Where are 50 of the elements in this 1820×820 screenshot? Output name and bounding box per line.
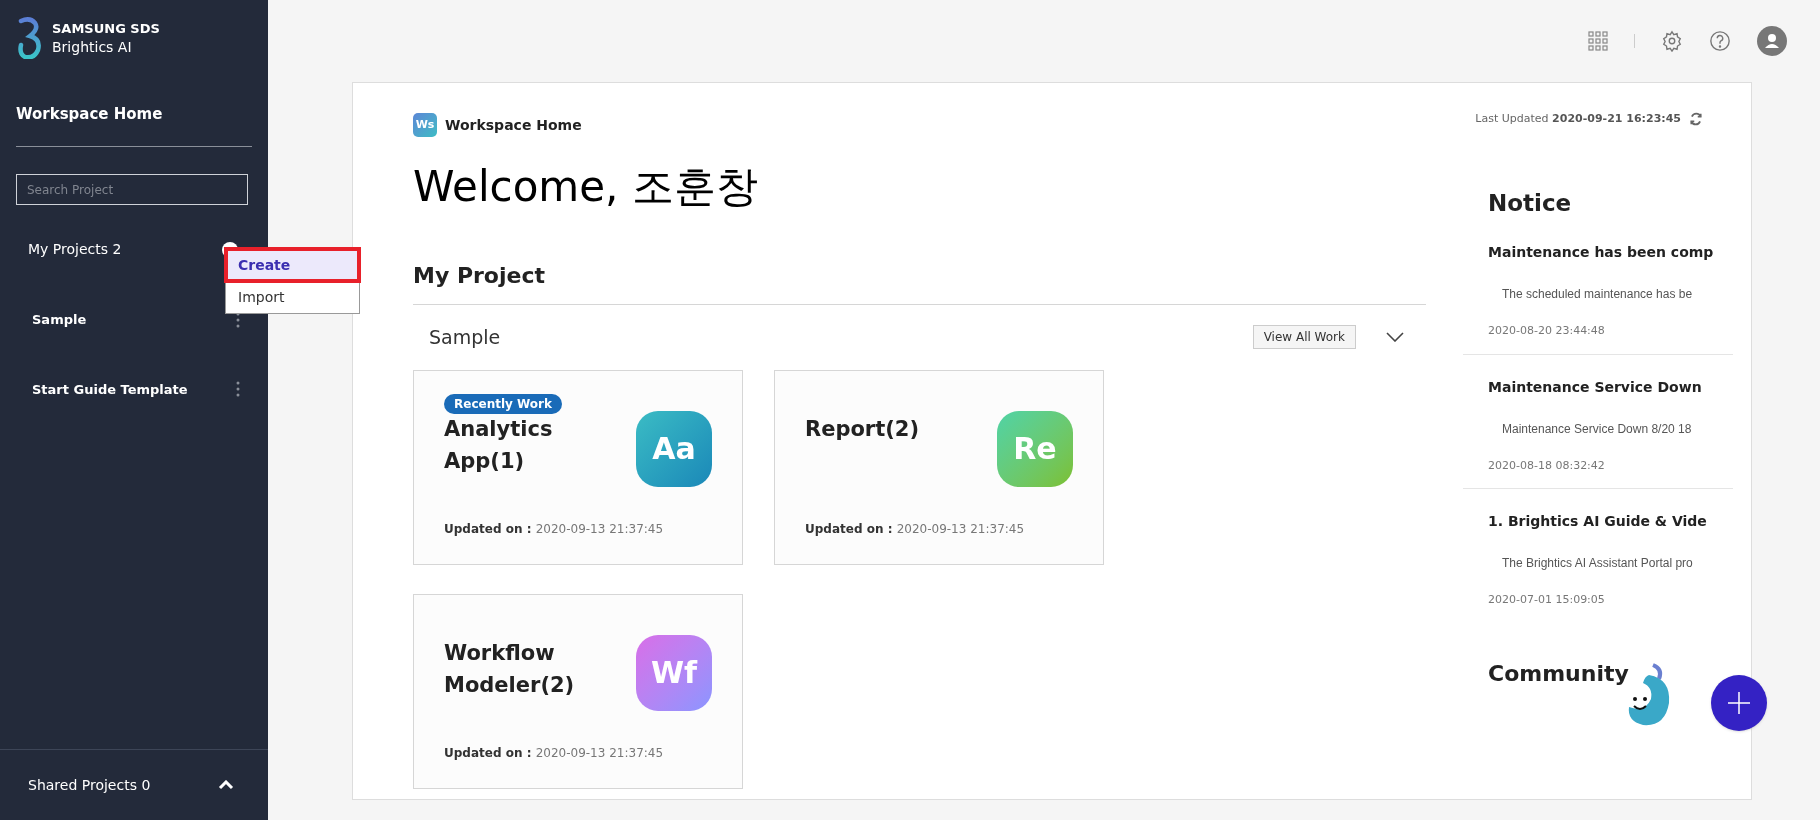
notice-item-body: The scheduled maintenance has be: [1501, 286, 1694, 303]
notice-date: 2020-07-01 15:09:05: [1488, 592, 1606, 608]
sidebar-title[interactable]: Workspace Home: [16, 105, 163, 123]
notice-item-title[interactable]: Maintenance Service Down: [1488, 376, 1733, 398]
notice-item-body: Maintenance Service Down 8/20 18: [1501, 420, 1693, 438]
project-item[interactable]: Sample: [32, 310, 87, 330]
updated-text: Updated on : 2020-09-13 21:37:45: [805, 520, 1026, 538]
notice-item-title[interactable]: 1. Brightics AI Guide & Vide: [1488, 511, 1733, 532]
project-card[interactable]: Workflow Modeler(2) Wf Updated on : 2020-09-13 21:37:45: [413, 593, 743, 789]
notice-item-body: The Brightics AI Assistant Portal pro: [1501, 555, 1694, 572]
notice-title: Notice: [1487, 188, 1573, 218]
card-title: Workflow Modeler(2): [444, 639, 576, 699]
refresh-icon[interactable]: [1689, 112, 1703, 127]
apps-grid-icon[interactable]: [1588, 31, 1608, 51]
notice-date: 2020-08-18 08:32:42: [1488, 457, 1606, 474]
logo-icon: [18, 16, 42, 59]
project-name: Sample: [429, 325, 501, 350]
project-card[interactable]: Recently Work Analytics App(1) Aa Updated on : 2020-09-13 21:37:45: [413, 369, 743, 565]
updated-text: Updated on : 2020-09-13 21:37:45: [444, 520, 665, 538]
help-icon[interactable]: [1709, 30, 1731, 52]
brand-product: Brightics AI: [52, 37, 133, 56]
search-field[interactable]: Search Project: [16, 174, 248, 205]
settings-icon[interactable]: [1661, 30, 1683, 52]
user-avatar-icon[interactable]: [1757, 26, 1787, 56]
my-projects-label[interactable]: My Projects 2: [28, 239, 122, 260]
notice-date: 2020-08-20 23:44:48: [1488, 323, 1606, 339]
card-title: Report(2): [805, 415, 921, 443]
workspace-badge-icon: Ws: [413, 113, 437, 137]
last-updated-text: Last Updated 2020-09-21 16:23:45: [1475, 111, 1681, 127]
shared-projects-label[interactable]: Shared Projects 0: [28, 774, 151, 796]
menu-item[interactable]: Import: [226, 281, 359, 313]
welcome-heading: Welcome, 조훈창: [413, 161, 759, 213]
project-item[interactable]: Start Guide Template: [32, 379, 188, 399]
breadcrumb-label: Workspace Home: [445, 115, 582, 135]
project-card[interactable]: Report(2) Re Updated on : 2020-09-13 21:37:45: [774, 369, 1104, 565]
community-title: Community: [1487, 659, 1630, 688]
chevron-down-icon[interactable]: [1386, 332, 1404, 343]
view-all-button[interactable]: View All Work: [1252, 325, 1356, 350]
chevron-up-icon[interactable]: [218, 780, 234, 790]
app-tile-icon: Wf: [636, 634, 712, 711]
brand-company: SAMSUNG SDS: [52, 19, 160, 38]
app-tile-icon: Aa: [636, 410, 712, 487]
plus-icon: [1728, 692, 1750, 714]
recent-badge: Recently Work: [444, 393, 562, 414]
updated-text: Updated on : 2020-09-13 21:37:45: [444, 744, 665, 762]
app-tile-icon: Re: [997, 410, 1073, 487]
menu-item[interactable]: Create: [226, 249, 359, 281]
notice-item-title[interactable]: Maintenance has been comp: [1488, 242, 1733, 263]
section-title: My Project: [413, 262, 546, 290]
card-title: Analytics App(1): [444, 415, 554, 475]
